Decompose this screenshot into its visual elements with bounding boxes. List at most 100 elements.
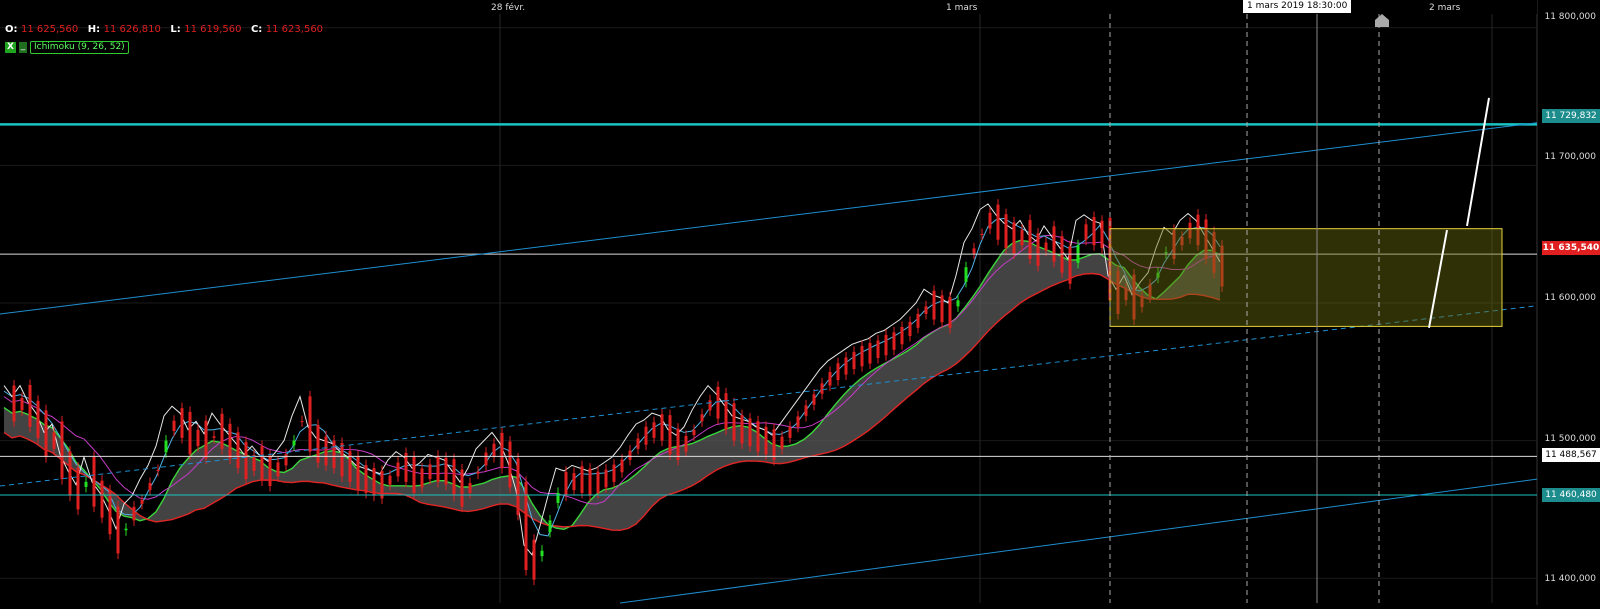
candle-body: [244, 441, 248, 480]
candle-body: [1068, 246, 1072, 284]
close-value: 11 623,560: [265, 24, 324, 35]
candle-body: [12, 385, 16, 422]
candle-body: [228, 423, 232, 459]
home-marker-icon: [1375, 14, 1389, 27]
close-label: C:: [250, 24, 263, 35]
indicator-label[interactable]: Ichimoku (9, 26, 52): [30, 41, 129, 54]
candle-body: [428, 464, 432, 480]
candle-body: [988, 212, 992, 229]
candle-body: [404, 452, 408, 482]
candle-body: [188, 411, 192, 455]
candle-body: [132, 506, 136, 521]
open-value: 11 625,560: [20, 24, 79, 35]
y-tick-label: 11 400,000: [1544, 574, 1596, 584]
candle-body: [876, 340, 880, 359]
candle-body: [340, 442, 344, 477]
candle-body: [196, 429, 200, 447]
candle-body: [52, 432, 56, 449]
candle-body: [604, 469, 608, 488]
candle-body: [28, 384, 32, 427]
candle-body: [1020, 229, 1024, 246]
candle-body: [1012, 222, 1016, 254]
candle-body: [508, 441, 512, 488]
candle-body: [516, 458, 520, 515]
price-chart[interactable]: [0, 0, 1600, 605]
candle-body: [612, 464, 616, 482]
candle-body: [44, 410, 48, 458]
price-tag-last: 11 635,540: [1542, 241, 1600, 255]
x-tick-label: 1 mars: [946, 3, 978, 13]
candle-body: [580, 466, 584, 493]
candle-body: [380, 471, 384, 499]
candle-body: [668, 415, 672, 455]
candle-body: [452, 459, 456, 496]
candle-body: [316, 424, 320, 463]
candle-body: [860, 346, 864, 367]
candle-body: [884, 334, 888, 356]
candle-body: [780, 436, 784, 449]
crosshair-time-readout: 1 mars 2019 18:30:00: [1243, 0, 1352, 13]
y-tick-label: 11 700,000: [1544, 152, 1596, 162]
candle-body: [684, 435, 688, 452]
candle-body: [788, 426, 792, 438]
candle-body: [932, 290, 936, 320]
low-value: 11 619,560: [184, 24, 242, 35]
candle-body: [636, 438, 640, 449]
candle-body: [572, 473, 576, 491]
candle-body: [724, 393, 728, 430]
candle-body: [324, 436, 328, 466]
candle-body: [620, 459, 624, 473]
candle-body: [372, 468, 376, 496]
candle-body: [260, 446, 264, 481]
candle-body: [844, 357, 848, 375]
ichimoku-cloud: [4, 240, 1220, 531]
candle-body: [1100, 220, 1104, 248]
candle-body: [796, 416, 800, 427]
candle-body: [500, 432, 504, 469]
candle-body: [732, 403, 736, 441]
candle-body: [948, 297, 952, 328]
candle-body: [644, 426, 648, 445]
candle-body: [364, 465, 368, 493]
remove-indicator-button[interactable]: X: [5, 42, 16, 53]
candle-body: [940, 295, 944, 323]
candle-body: [172, 420, 176, 431]
candle-body: [396, 462, 400, 477]
candle-body: [468, 483, 472, 493]
candle-body: [300, 421, 304, 423]
high-value: 11 626,810: [103, 24, 161, 35]
candle-body: [812, 394, 816, 405]
hide-indicator-button[interactable]: _: [19, 42, 27, 53]
candle-body: [964, 267, 968, 282]
chart-area[interactable]: [0, 0, 1600, 605]
candle-body: [556, 492, 560, 503]
candle-body: [820, 383, 824, 394]
candle-body: [292, 440, 296, 446]
x-tick-label: 2 mars: [1429, 3, 1461, 13]
indicator-legend: X _ Ichimoku (9, 26, 52): [5, 41, 129, 54]
open-label: O:: [5, 24, 18, 35]
candle-body: [92, 456, 96, 507]
trendline-lower: [619, 478, 1538, 604]
candle-body: [540, 550, 544, 557]
low-label: L:: [170, 24, 181, 35]
candle-body: [1036, 233, 1040, 266]
candle-body: [236, 432, 240, 469]
candle-body: [924, 306, 928, 315]
candle-body: [660, 414, 664, 441]
candle-body: [900, 326, 904, 345]
candle-body: [972, 248, 976, 254]
price-tag-resistance: 11 729,832: [1542, 109, 1600, 123]
candle-body: [116, 506, 120, 554]
price-tag-horizontal-line: 11 488,567: [1542, 448, 1600, 462]
candle-body: [492, 443, 496, 458]
candle-body: [700, 414, 704, 422]
candle-body: [268, 455, 272, 487]
candle-body: [76, 467, 80, 510]
candle-body: [756, 421, 760, 452]
candle-body: [996, 204, 1000, 240]
x-tick-label: 28 févr.: [491, 3, 526, 13]
candle-body: [588, 468, 592, 496]
candle-body: [388, 475, 392, 485]
candle-body: [164, 440, 168, 453]
